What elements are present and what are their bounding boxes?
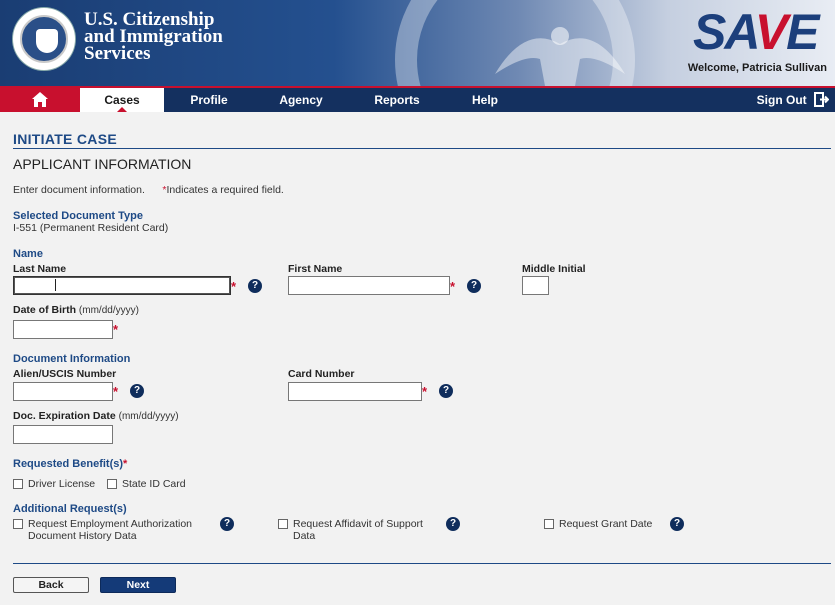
document-type-value: I-551 (Permanent Resident Card) bbox=[13, 222, 169, 234]
last-name-label: Last Name bbox=[13, 263, 67, 275]
eagle-watermark-icon bbox=[495, 27, 625, 86]
middle-initial-label: Middle Initial bbox=[522, 263, 586, 275]
site-header: U.S. Citizenship and Immigration Service… bbox=[0, 0, 835, 86]
home-button[interactable] bbox=[0, 88, 80, 112]
sign-out-link[interactable]: Sign Out bbox=[756, 88, 830, 112]
required-star: * bbox=[113, 384, 119, 399]
benefits-heading: Requested Benefit(s)* bbox=[13, 458, 128, 470]
state-id-card-checkbox[interactable]: State ID Card bbox=[107, 478, 186, 490]
tab-cases[interactable]: Cases bbox=[80, 88, 164, 112]
affidavit-of-support-help-icon[interactable]: ? bbox=[446, 517, 460, 531]
required-star: * bbox=[113, 322, 119, 337]
tab-reports[interactable]: Reports bbox=[362, 88, 432, 112]
last-name-input[interactable] bbox=[13, 276, 231, 295]
dob-input[interactable] bbox=[13, 320, 113, 339]
section-heading: APPLICANT INFORMATION bbox=[13, 156, 192, 172]
bottom-divider bbox=[13, 563, 831, 564]
required-star: * bbox=[422, 384, 428, 399]
employment-authorization-help-icon[interactable]: ? bbox=[220, 517, 234, 531]
home-icon bbox=[32, 92, 48, 107]
first-name-help-icon[interactable]: ? bbox=[467, 279, 481, 293]
main-nav: Cases Profile Agency Reports Help Sign O… bbox=[0, 86, 835, 112]
welcome-message: Welcome, Patricia Sullivan bbox=[687, 62, 827, 74]
required-star: * bbox=[450, 279, 456, 294]
agency-name: U.S. Citizenship and Immigration Service… bbox=[84, 9, 223, 64]
last-name-help-icon[interactable]: ? bbox=[248, 279, 262, 293]
text-cursor bbox=[55, 279, 56, 291]
first-name-label: First Name bbox=[288, 263, 343, 275]
title-divider bbox=[13, 148, 831, 149]
dhs-seal-logo bbox=[13, 8, 75, 70]
card-number-label: Card Number bbox=[288, 368, 355, 380]
additional-requests-heading: Additional Request(s) bbox=[13, 503, 127, 515]
expiration-date-label: Doc. Expiration Date (mm/dd/yyyy) bbox=[13, 410, 179, 422]
save-logo: SAVE bbox=[693, 4, 819, 60]
sign-out-icon bbox=[814, 91, 830, 107]
grant-date-checkbox[interactable]: Request Grant Date bbox=[544, 518, 652, 530]
instructions-text: Enter document information. *Indicates a… bbox=[13, 184, 284, 196]
employment-authorization-checkbox[interactable]: Request Employment Authorization Document… bbox=[13, 518, 192, 542]
alien-number-label: Alien/USCIS Number bbox=[13, 368, 117, 380]
tab-help[interactable]: Help bbox=[462, 88, 508, 112]
tab-profile[interactable]: Profile bbox=[175, 88, 243, 112]
document-info-heading: Document Information bbox=[13, 353, 131, 365]
affidavit-of-support-checkbox[interactable]: Request Affidavit of Support Data bbox=[278, 518, 423, 542]
card-number-help-icon[interactable]: ? bbox=[439, 384, 453, 398]
required-star: * bbox=[231, 279, 237, 294]
alien-number-help-icon[interactable]: ? bbox=[130, 384, 144, 398]
expiration-date-input[interactable] bbox=[13, 425, 113, 444]
alien-number-input[interactable] bbox=[13, 382, 113, 401]
dob-label: Date of Birth (mm/dd/yyyy) bbox=[13, 304, 139, 316]
first-name-input[interactable] bbox=[288, 276, 450, 295]
tab-agency[interactable]: Agency bbox=[268, 88, 334, 112]
next-button[interactable]: Next bbox=[100, 577, 176, 593]
document-type-heading: Selected Document Type bbox=[13, 210, 143, 222]
grant-date-help-icon[interactable]: ? bbox=[670, 517, 684, 531]
back-button[interactable]: Back bbox=[13, 577, 89, 593]
page-title: INITIATE CASE bbox=[13, 131, 117, 147]
card-number-input[interactable] bbox=[288, 382, 422, 401]
name-heading: Name bbox=[13, 248, 43, 260]
middle-initial-input[interactable] bbox=[522, 276, 549, 295]
sign-out-label: Sign Out bbox=[756, 93, 807, 107]
driver-license-checkbox[interactable]: Driver License bbox=[13, 478, 95, 490]
